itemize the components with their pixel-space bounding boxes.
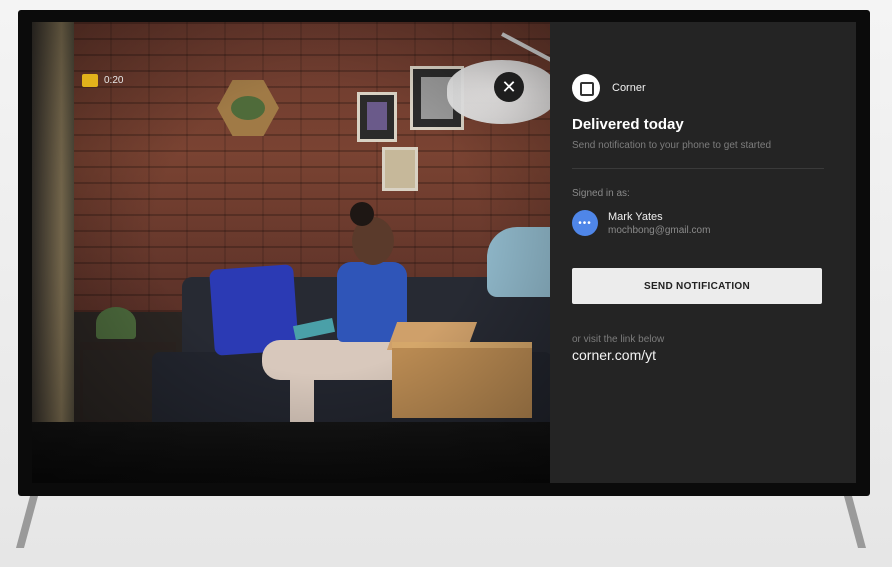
notification-panel: Corner Delivered today Send notification…: [550, 22, 856, 483]
avatar: •••: [572, 210, 598, 236]
brand: Corner: [572, 74, 646, 102]
corner-logo-icon: [572, 74, 600, 102]
or-visit-text: or visit the link below: [572, 334, 665, 345]
user-name: Mark Yates: [608, 210, 663, 223]
tv-screen: 0:20 ✕ Corner Delivered today Send notif…: [32, 22, 856, 483]
close-button[interactable]: ✕: [494, 72, 524, 102]
close-icon: ✕: [501, 77, 517, 97]
divider: [572, 168, 824, 169]
tv-stand-right: [844, 496, 866, 548]
ad-timer: 0:20: [82, 74, 123, 87]
video-player[interactable]: 0:20 ✕: [32, 22, 550, 483]
ad-badge-icon: [82, 74, 98, 87]
user-info: Mark Yates mochbong@gmail.com: [608, 211, 710, 236]
send-notification-button[interactable]: SEND NOTIFICATION: [572, 268, 822, 304]
tv-frame: 0:20 ✕ Corner Delivered today Send notif…: [18, 10, 870, 496]
signed-in-label: Signed in as:: [572, 188, 630, 199]
signed-in-user: ••• Mark Yates mochbong@gmail.com: [572, 210, 710, 236]
panel-title: Delivered today: [572, 116, 684, 133]
tv-stand-left: [16, 496, 38, 548]
visit-link[interactable]: corner.com/yt: [572, 347, 656, 363]
timer-text: 0:20: [104, 75, 124, 86]
brand-name: Corner: [612, 82, 646, 94]
user-email: mochbong@gmail.com: [608, 224, 711, 236]
panel-subtitle: Send notification to your phone to get s…: [572, 140, 772, 151]
vignette: [32, 22, 550, 483]
